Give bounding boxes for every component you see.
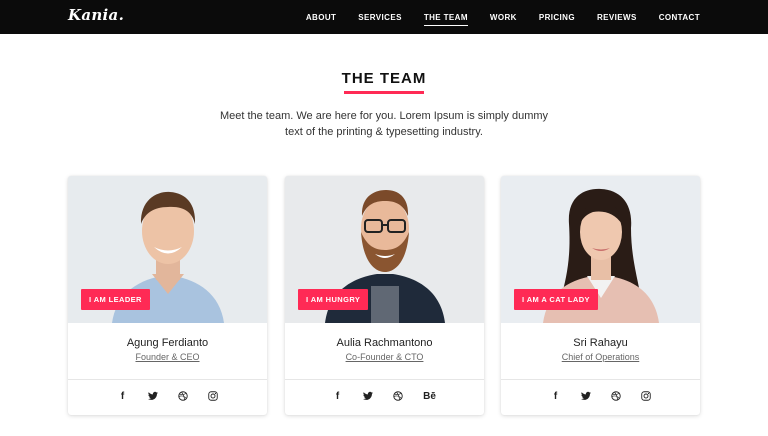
team-card-2: I AM HUNGRY Aulia Rachmantono Co-Founder… <box>285 176 484 415</box>
title-underline <box>344 91 424 94</box>
nav-item-contact[interactable]: CONTACT <box>659 11 700 24</box>
team-member-photo: I AM HUNGRY <box>285 176 484 323</box>
team-member-role-link[interactable]: Co-Founder & CTO <box>285 352 484 362</box>
main-nav: ABOUT SERVICES THE TEAM WORK PRICING REV… <box>284 0 700 34</box>
dribbble-icon[interactable] <box>610 389 621 403</box>
nav-item-the-team[interactable]: THE TEAM <box>423 11 469 26</box>
top-navigation-bar: Kania. ABOUT SERVICES THE TEAM WORK PRIC… <box>0 0 768 34</box>
facebook-icon[interactable]: f <box>551 389 561 403</box>
team-card-3: I AM A CAT LADY Sri Rahayu Chief of Oper… <box>501 176 700 415</box>
instagram-icon[interactable] <box>207 389 218 403</box>
dribbble-icon[interactable] <box>392 389 403 403</box>
team-member-role-link[interactable]: Chief of Operations <box>501 352 700 362</box>
nav-item-pricing[interactable]: PRICING <box>539 11 575 24</box>
twitter-icon[interactable] <box>580 389 591 403</box>
section-intro: Meet the team. We are here for you. Lore… <box>219 110 549 138</box>
card-divider <box>501 379 700 380</box>
team-member-name: Agung Ferdianto <box>126 337 209 349</box>
facebook-icon[interactable]: f <box>118 389 128 403</box>
team-card-1: I AM LEADER Agung Ferdianto Founder & CE… <box>68 176 267 415</box>
twitter-icon[interactable] <box>362 389 373 403</box>
social-links: f <box>68 389 267 405</box>
card-divider <box>285 379 484 380</box>
team-member-photo: I AM LEADER <box>68 176 267 323</box>
nav-item-services[interactable]: SERVICES <box>358 11 402 24</box>
facebook-icon[interactable]: f <box>333 389 343 403</box>
card-divider <box>68 379 267 380</box>
nav-item-work[interactable]: WORK <box>490 11 517 24</box>
nav-item-reviews[interactable]: REVIEWS <box>597 11 637 24</box>
twitter-icon[interactable] <box>147 389 158 403</box>
instagram-icon[interactable] <box>640 389 651 403</box>
team-member-badge: I AM LEADER <box>81 289 150 310</box>
behance-icon[interactable]: Bē <box>423 389 437 403</box>
dribbble-icon[interactable] <box>177 389 188 403</box>
social-links: f <box>501 389 700 405</box>
team-member-badge: I AM A CAT LADY <box>514 289 598 310</box>
brand-logo[interactable]: Kania. <box>68 6 124 24</box>
social-links: f Bē <box>285 389 484 405</box>
team-member-name: Sri Rahayu <box>573 337 628 349</box>
section-title: THE TEAM <box>341 70 427 87</box>
team-member-role-link[interactable]: Founder & CEO <box>68 352 267 362</box>
team-member-name: Aulia Rachmantono <box>336 337 433 349</box>
team-member-photo: I AM A CAT LADY <box>501 176 700 323</box>
nav-item-about[interactable]: ABOUT <box>306 11 336 24</box>
team-member-badge: I AM HUNGRY <box>298 289 369 310</box>
